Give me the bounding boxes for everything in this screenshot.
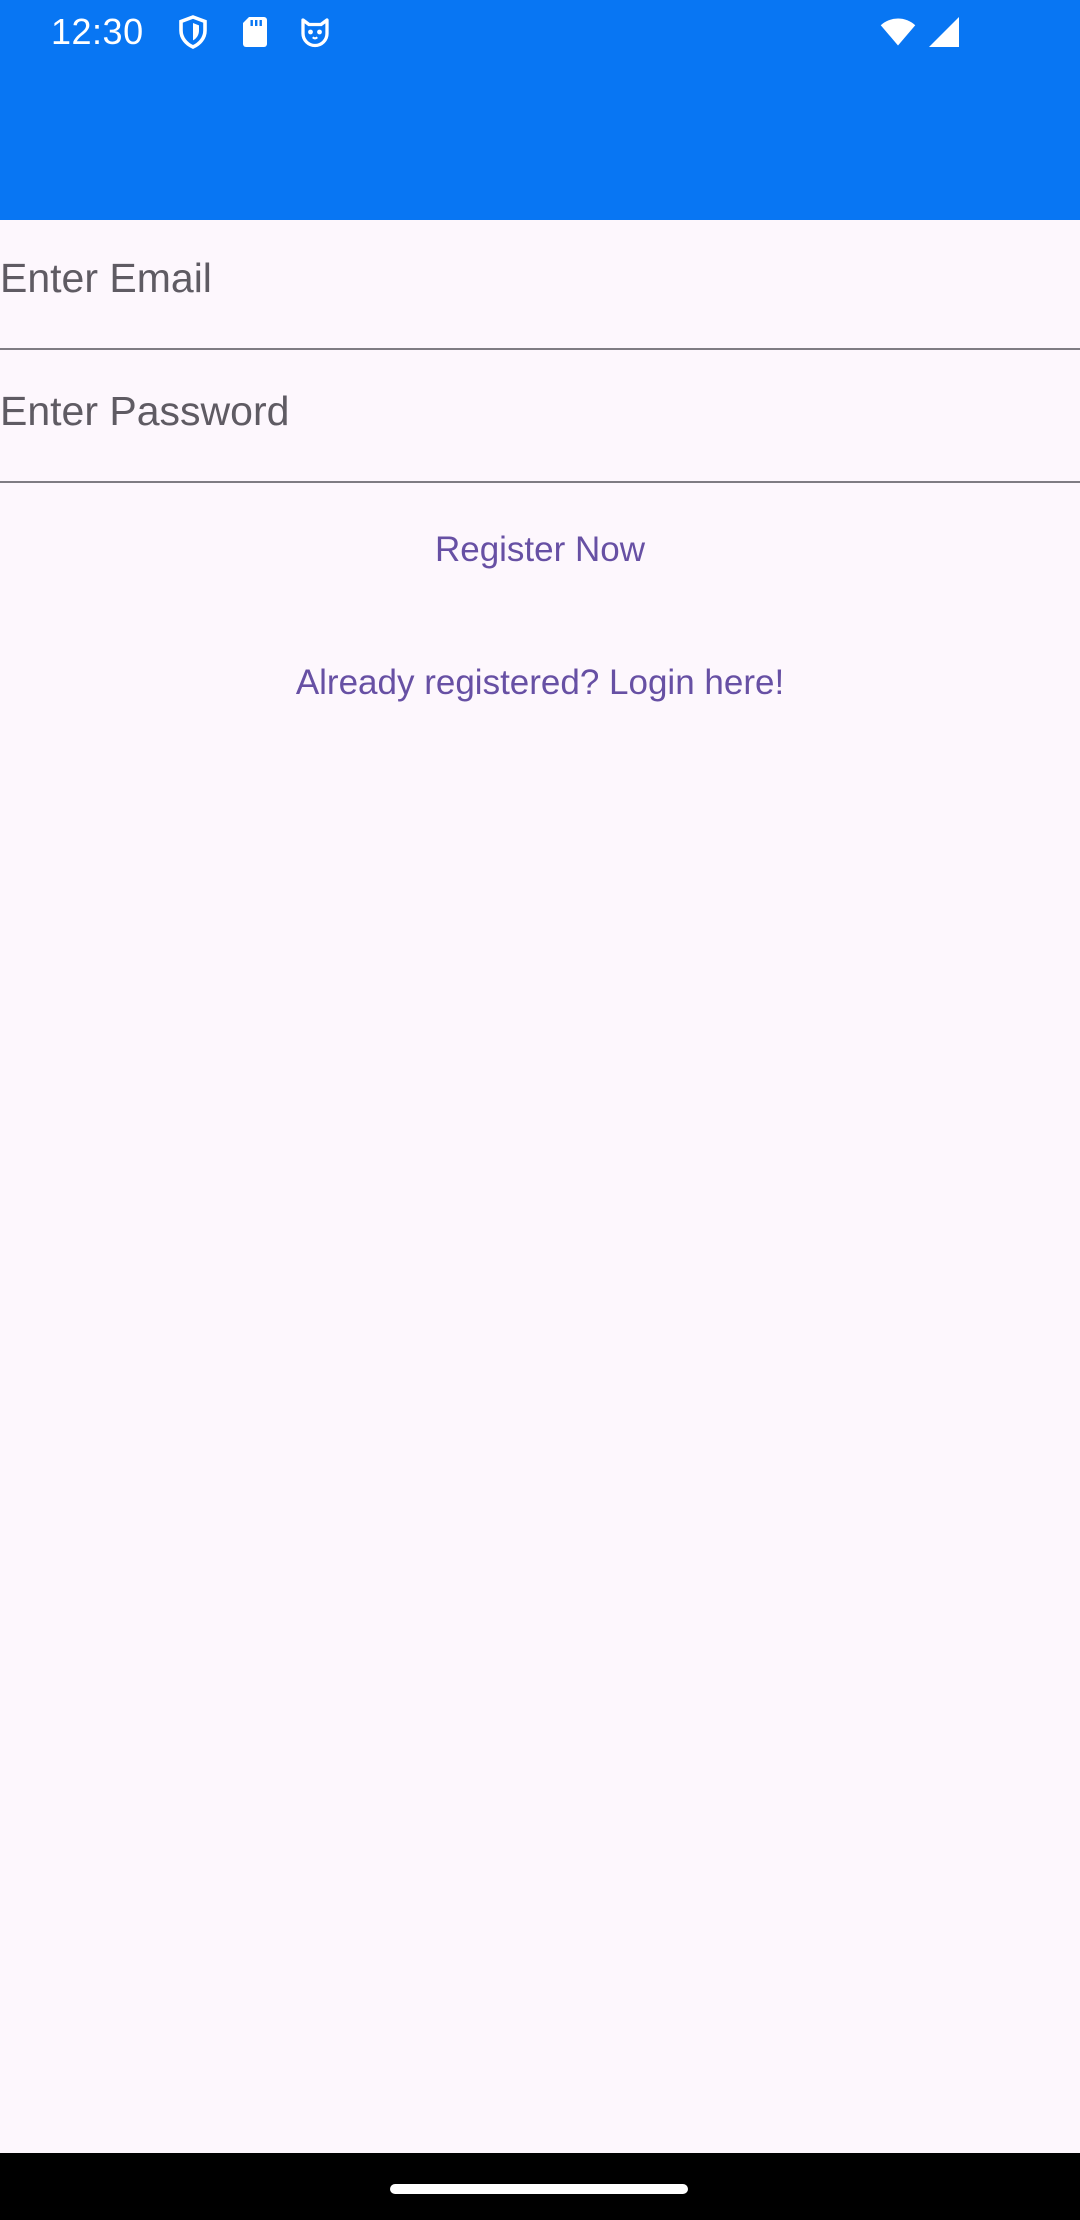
app-bar: 12:30 bbox=[0, 0, 1080, 220]
register-form: Register Now Already registered? Login h… bbox=[0, 220, 1080, 2153]
shield-icon bbox=[175, 14, 211, 50]
password-field-container bbox=[0, 353, 1080, 483]
home-gesture-handle[interactable] bbox=[390, 2184, 688, 2194]
register-now-button[interactable]: Register Now bbox=[0, 510, 1080, 590]
cat-face-icon bbox=[297, 14, 333, 50]
login-here-link[interactable]: Already registered? Login here! bbox=[0, 643, 1080, 723]
password-field[interactable] bbox=[0, 381, 1080, 441]
email-field-container bbox=[0, 220, 1080, 350]
status-time: 12:30 bbox=[51, 11, 144, 52]
email-field[interactable] bbox=[0, 248, 1080, 308]
wifi-icon bbox=[880, 14, 916, 50]
sd-card-icon bbox=[237, 14, 273, 50]
cellular-signal-icon bbox=[926, 14, 962, 50]
status-bar: 12:30 bbox=[0, 0, 1080, 64]
system-nav-bar bbox=[0, 2153, 1080, 2220]
